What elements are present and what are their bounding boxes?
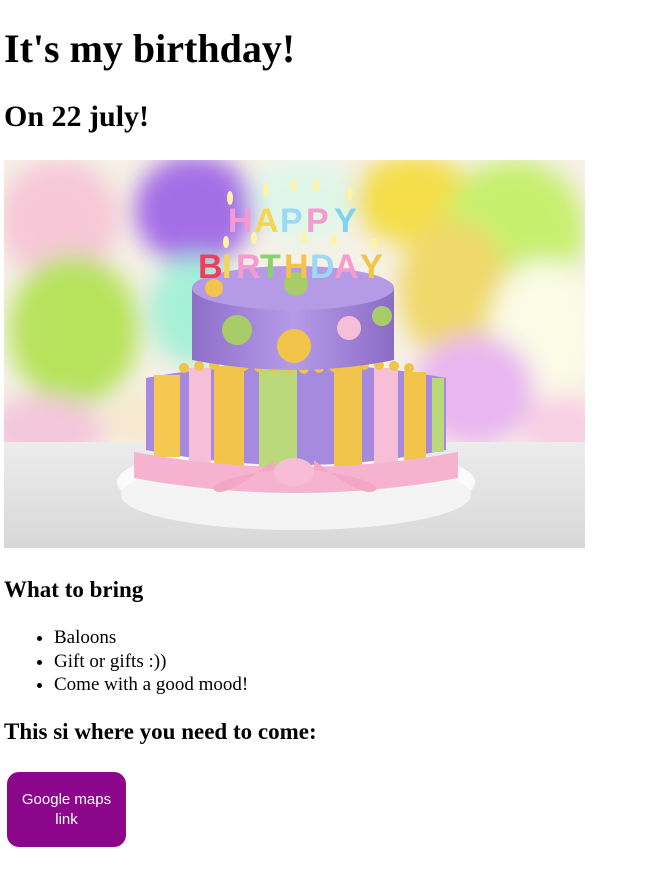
svg-text:A: A bbox=[254, 202, 279, 240]
location-heading: This si where you need to come: bbox=[4, 719, 317, 744]
svg-text:A: A bbox=[334, 248, 359, 286]
date-heading: On 22 july! bbox=[4, 100, 150, 133]
svg-text:D: D bbox=[310, 248, 335, 286]
svg-text:H: H bbox=[228, 202, 253, 240]
svg-text:B: B bbox=[198, 248, 223, 286]
list-item: Gift or gifts :)) bbox=[54, 650, 248, 674]
svg-text:T: T bbox=[260, 248, 281, 286]
bring-list: Baloons Gift or gifts :)) Come with a go… bbox=[0, 626, 248, 697]
list-item: Baloons bbox=[54, 626, 248, 650]
maps-button-label: Google maps link bbox=[21, 790, 112, 828]
birthday-cake-image: H A P P Y B I R T H D A Y bbox=[4, 160, 585, 548]
svg-text:Y: Y bbox=[334, 202, 357, 240]
svg-text:I: I bbox=[222, 248, 231, 286]
svg-text:H: H bbox=[284, 248, 309, 286]
svg-text:P: P bbox=[280, 202, 303, 240]
svg-text:P: P bbox=[306, 202, 329, 240]
what-to-bring-heading: What to bring bbox=[4, 577, 144, 602]
google-maps-link-button[interactable]: Google maps link bbox=[7, 772, 126, 847]
svg-text:Y: Y bbox=[360, 248, 383, 286]
svg-text:R: R bbox=[236, 248, 261, 286]
page-title: It's my birthday! bbox=[4, 26, 296, 71]
list-item: Come with a good mood! bbox=[54, 673, 248, 697]
